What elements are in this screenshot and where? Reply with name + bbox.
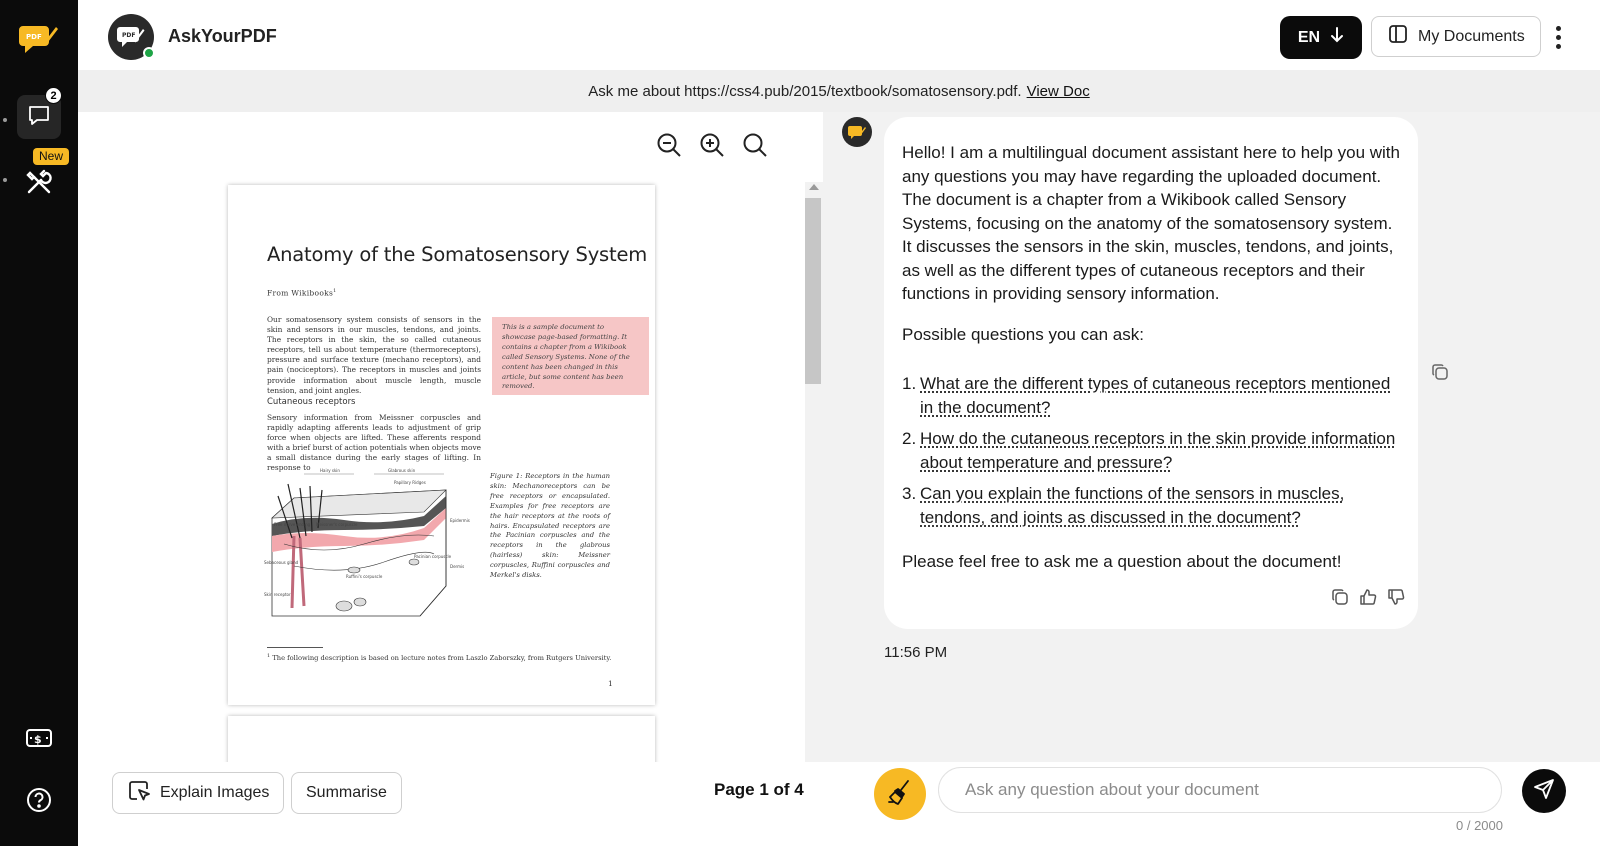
suggested-question[interactable]: 1. What are the different types of cutane… [902,372,1400,419]
svg-text:Epidermis: Epidermis [450,518,470,523]
svg-text:Pacinian corpuscle: Pacinian corpuscle [414,554,452,559]
summarise-button[interactable]: Summarise [291,772,402,814]
my-documents-button[interactable]: My Documents [1371,16,1541,57]
pdf-viewer: Anatomy of the Somatosensory System From… [78,112,823,762]
skin-receptor-figure: Hairy skin Glabrous skin Papillary Ridge… [264,466,484,641]
bottom-bar: Explain Images Summarise Page 1 of 4 0 /… [78,762,1600,846]
pdf-page-next [228,716,655,762]
questions-heading: Possible questions you can ask: [902,324,1144,344]
message-timestamp: 11:56 PM [884,644,948,661]
chat-bubble-icon [27,103,51,132]
send-icon [1532,777,1556,806]
document-info-bar: Ask me about https://css4.pub/2015/textb… [78,70,1600,112]
page-indicator: Page 1 of 4 [714,780,804,799]
app-name: AskYourPDF [168,26,277,46]
arrow-down-icon [1330,26,1344,49]
document-info-text: Ask me about https://css4.pub/2015/textb… [588,82,1022,100]
suggested-question[interactable]: 2. How do the cutaneous receptors in the … [902,427,1400,474]
money-icon: $ [25,729,53,754]
tools-icon [22,169,56,203]
svg-text:Ruffini's corpuscle: Ruffini's corpuscle [346,574,383,579]
sidebar-panel-icon [1388,24,1408,49]
chat-count-badge: 2 [45,87,62,104]
zoom-reset-icon[interactable] [742,132,768,158]
thumbs-down-icon[interactable] [1386,587,1406,607]
app-logo-icon[interactable]: PDF [19,20,59,58]
pdf-source: From Wikibooks1 [267,288,337,298]
image-cursor-icon [127,779,151,808]
online-status-dot [143,47,155,59]
pdf-title: Anatomy of the Somatosensory System [267,243,648,266]
message-intro: Hello! I am a multilingual document assi… [902,143,1400,303]
svg-text:Dermis: Dermis [450,564,464,569]
thumbs-up-icon[interactable] [1358,587,1378,607]
suggested-question[interactable]: 3. Can you explain the functions of the s… [902,482,1400,529]
sidebar-item-pricing[interactable]: $ [25,726,53,750]
svg-text:Skin receptor: Skin receptor [264,592,291,597]
figure-caption: Figure 1: Receptors in the human skin: M… [490,472,610,580]
new-badge: New [33,148,70,165]
question-input[interactable] [938,767,1502,813]
pdf-footnote: 1 The following description is based on … [267,653,612,663]
message-outro: Please feel free to ask me a question ab… [902,552,1342,571]
explain-images-button[interactable]: Explain Images [112,772,285,814]
my-documents-label: My Documents [1418,27,1525,45]
assistant-avatar [842,117,872,147]
rail-indicator-dot [3,118,7,122]
copy-icon[interactable] [1430,362,1450,382]
rail-indicator-dot [3,178,7,182]
svg-text:PDF: PDF [122,32,135,39]
pdf-subheading: Cutaneous receptors [267,397,356,407]
clear-chat-button[interactable] [874,768,926,820]
svg-text:Papillary Ridges: Papillary Ridges [394,480,426,485]
footnote-rule [267,647,323,648]
pdf-paragraph: Sensory information from Meissner corpus… [267,413,481,473]
pdf-page-number: 1 [608,679,613,688]
send-button[interactable] [1522,769,1566,813]
chat-panel: Hello! I am a multilingual document assi… [823,112,1600,762]
more-options-icon[interactable] [1548,22,1568,52]
svg-text:Glabrous skin: Glabrous skin [388,468,416,473]
zoom-in-icon[interactable] [699,132,725,158]
broom-icon [886,778,914,811]
summarise-label: Summarise [306,784,387,801]
message-actions [1330,587,1406,607]
left-rail: PDF 2 New $ [0,0,78,846]
sidebar-item-tools[interactable] [22,165,56,199]
character-count: 0 / 2000 [1456,818,1503,833]
pdf-sample-note: This is a sample document to showcase pa… [492,317,649,395]
help-icon [25,788,53,818]
top-bar: PDF AskYourPDF EN My Documents [78,0,1600,70]
language-button[interactable]: EN [1280,16,1362,59]
sidebar-item-help[interactable] [25,786,53,814]
scroll-up-icon[interactable] [809,184,819,190]
svg-text:$: $ [34,733,42,746]
svg-text:Free nerve ending: Free nerve ending [274,522,311,527]
zoom-out-icon[interactable] [656,132,682,158]
pdf-page: Anatomy of the Somatosensory System From… [228,185,655,705]
svg-text:PDF: PDF [26,33,42,41]
assistant-message: Hello! I am a multilingual document assi… [884,117,1418,629]
svg-text:Hairy skin: Hairy skin [320,468,340,473]
pdf-paragraph: Our somatosensory system consists of sen… [267,315,481,395]
explain-images-label: Explain Images [160,784,270,801]
svg-text:Sebaceous gland: Sebaceous gland [264,560,299,565]
suggested-questions: 1. What are the different types of cutane… [902,372,1400,529]
view-doc-link[interactable]: View Doc [1027,83,1090,100]
pdf-scroll-thumb[interactable] [805,198,821,384]
copy-icon[interactable] [1330,587,1350,607]
language-label: EN [1297,28,1321,46]
svg-text:Meissner's corpuscle: Meissner's corpuscle [316,522,358,527]
